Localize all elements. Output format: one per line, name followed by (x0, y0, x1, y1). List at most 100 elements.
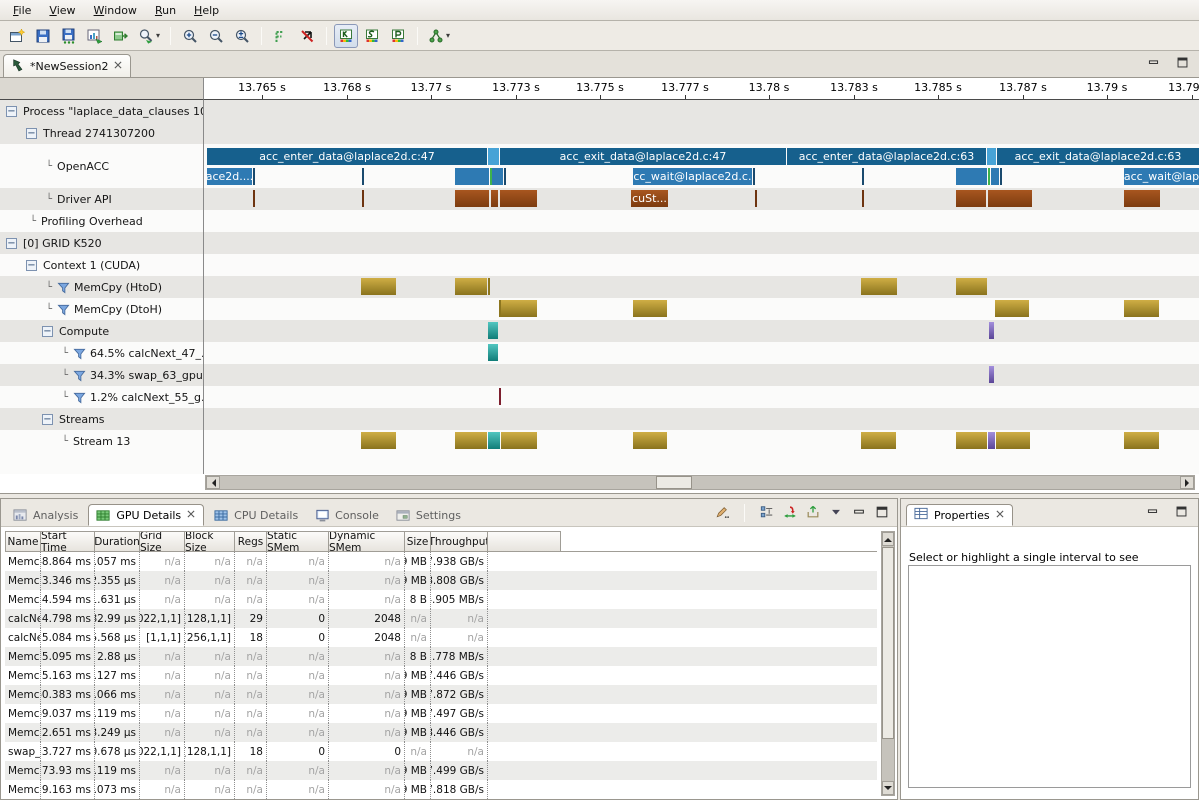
timeline-lane[interactable] (205, 210, 1199, 232)
timeline-lane[interactable] (205, 100, 1199, 122)
collapse-icon[interactable]: − (6, 238, 17, 249)
timeline-lane[interactable] (205, 232, 1199, 254)
maximize-view-button[interactable] (1176, 56, 1189, 72)
timeline-row-1-2-calcnext-55-g[interactable]: └1.2% calcNext_55_g... (0, 386, 1199, 408)
timeline-row-process-laplace-data-clauses-10[interactable]: −Process "laplace_data_clauses 10... (0, 100, 1199, 122)
collapse-icon[interactable]: − (42, 414, 53, 425)
timeline-interval[interactable] (362, 190, 364, 207)
gpu-details-row[interactable]: Memcpy154.594 ms1.631 µsn/an/an/an/an/a8… (5, 590, 877, 609)
timeline-interval[interactable] (361, 432, 396, 449)
close-properties-button[interactable] (995, 509, 1005, 522)
timeline-lane[interactable] (205, 276, 1199, 298)
import-session-button[interactable] (109, 24, 133, 48)
layout-button[interactable] (760, 505, 774, 522)
menu-item-file[interactable]: File (4, 2, 40, 19)
gpu-details-row[interactable]: Memcpy148.864 ms1.057 msn/an/an/an/an/a9… (5, 552, 877, 571)
timeline-interval[interactable] (253, 190, 255, 207)
timeline-interval[interactable]: cuSt... (631, 190, 668, 207)
maximize-properties-button[interactable] (1175, 505, 1188, 521)
timeline-interval[interactable] (988, 190, 1032, 207)
tree-cell-thread-2741307200[interactable]: −Thread 2741307200 (0, 122, 204, 144)
tab-properties[interactable]: Properties (906, 504, 1013, 526)
timeline-interval[interactable] (504, 168, 506, 185)
gpu-details-row[interactable]: Memcpy179.163 ms1.073 msn/an/an/an/an/a9… (5, 780, 877, 799)
timeline-interval[interactable] (755, 190, 757, 207)
tree-cell-profiling-overhead[interactable]: └Profiling Overhead (0, 210, 204, 232)
export-button[interactable] (806, 505, 820, 522)
timeline-interval[interactable]: acc_wait@lap (1124, 168, 1199, 185)
timeline-interval[interactable] (956, 278, 987, 295)
column-header-grid-size[interactable]: Grid Size (140, 531, 185, 552)
column-header-start-time[interactable]: Start Time (41, 531, 95, 552)
tree-cell-64-5-calcnext-47[interactable]: └64.5% calcNext_47_... (0, 342, 204, 364)
tab-gpu-details[interactable]: GPU Details (88, 504, 204, 526)
timeline-interval[interactable] (488, 432, 500, 449)
timeline-interval[interactable] (501, 300, 537, 317)
tree-cell-0-grid-k520[interactable]: −[0] GRID K520 (0, 232, 204, 254)
timeline-lane[interactable] (205, 430, 1199, 452)
timeline-interval[interactable] (987, 148, 996, 165)
gpu-details-row[interactable]: calcNext154.798 ms282.99 µs[1022,1,1][12… (5, 609, 877, 628)
column-header-regs[interactable]: Regs (235, 531, 267, 552)
timeline-interval[interactable] (492, 168, 503, 185)
column-header-duration[interactable]: Duration (95, 531, 140, 552)
timeline-interval[interactable] (995, 300, 1029, 317)
timeline-interval[interactable] (501, 432, 537, 449)
tree-cell-memcpy-htod[interactable]: └MemCpy (HtoD) (0, 276, 204, 298)
kernel-colors-button[interactable] (334, 24, 358, 48)
timeline-interval[interactable]: acc_exit_data@laplace2d.c:47 (500, 148, 786, 165)
column-header-block-size[interactable]: Block Size (185, 531, 235, 552)
close-tab-button[interactable] (186, 509, 196, 522)
timeline-row-context-1-cuda[interactable]: −Context 1 (CUDA) (0, 254, 1199, 276)
gpu-details-row[interactable]: swap_63_gpu173.727 ms50.678 µs[1022,1,1]… (5, 742, 877, 761)
tab-analysis[interactable]: Analysis (6, 504, 85, 526)
zoom-source-button[interactable]: ▾ (135, 24, 163, 48)
minimize-properties-button[interactable] (1146, 505, 1159, 521)
menu-item-help[interactable]: Help (185, 2, 228, 19)
tree-cell-1-2-calcnext-55-g[interactable]: └1.2% calcNext_55_g... (0, 386, 204, 408)
timeline-row-memcpy-htod[interactable]: └MemCpy (HtoD) (0, 276, 1199, 298)
menu-item-run[interactable]: Run (146, 2, 185, 19)
gpu-details-row[interactable]: Memcpy155.095 ms2.88 µsn/an/an/an/an/a8 … (5, 647, 877, 666)
timeline-row-64-5-calcnext-47[interactable]: └64.5% calcNext_47_... (0, 342, 1199, 364)
zoom-out-button[interactable] (204, 24, 228, 48)
timeline-interval[interactable] (455, 168, 489, 185)
tab-newsession2[interactable]: *NewSession2 (3, 54, 131, 77)
timeline-interval[interactable] (491, 190, 498, 207)
timeline-interval[interactable] (862, 168, 864, 185)
collapse-icon[interactable]: − (6, 106, 17, 117)
tree-cell-memcpy-dtoh[interactable]: └MemCpy (DtoH) (0, 298, 204, 320)
column-header-size[interactable]: Size (405, 531, 431, 552)
menu-item-window[interactable]: Window (85, 2, 146, 19)
zoom-fit-button[interactable] (230, 24, 254, 48)
tree-cell-openacc[interactable]: └OpenACC (0, 144, 204, 188)
timeline-row-streams[interactable]: −Streams (0, 408, 1199, 430)
timeline-horizontal-scrollbar[interactable] (205, 475, 1195, 490)
timeline-interval[interactable] (1124, 190, 1160, 207)
timeline-lane[interactable] (205, 408, 1199, 430)
timeline-interval[interactable] (361, 278, 396, 295)
navigate-button[interactable] (783, 505, 797, 522)
horizontal-scrollbar-thumb[interactable] (656, 476, 692, 489)
tree-cell-34-3-swap-63-gpu[interactable]: └34.3% swap_63_gpu (0, 364, 204, 386)
column-header-dynamic-smem[interactable]: Dynamic SMem (329, 531, 405, 552)
timeline-interval[interactable] (253, 168, 255, 185)
gpu-details-row[interactable]: calcNext155.084 ms5.568 µs[1,1,1][256,1,… (5, 628, 877, 647)
scroll-right-button[interactable] (1180, 476, 1194, 489)
timeline-interval[interactable] (753, 168, 755, 185)
gpu-details-row[interactable]: Memcpy153.346 ms52.355 µsn/an/an/an/an/a… (5, 571, 877, 590)
timeline-interval[interactable] (488, 344, 498, 361)
timeline-lane[interactable] (205, 364, 1199, 386)
save-button[interactable] (31, 24, 55, 48)
timeline-interval[interactable] (1000, 168, 1002, 185)
column-header-static-smem[interactable]: Static SMem (267, 531, 329, 552)
zoom-in-button[interactable] (178, 24, 202, 48)
timeline-interval[interactable] (499, 388, 501, 405)
tree-cell-driver-api[interactable]: └Driver API (0, 188, 204, 210)
mark-timeline-button[interactable] (269, 24, 293, 48)
timeline-interval[interactable]: acc_wait@laplace2d.c... (633, 168, 752, 185)
timeline-lane[interactable] (205, 386, 1199, 408)
timeline-lane[interactable] (205, 320, 1199, 342)
tree-cell-stream-13[interactable]: └Stream 13 (0, 430, 204, 452)
scroll-left-button[interactable] (206, 476, 220, 489)
